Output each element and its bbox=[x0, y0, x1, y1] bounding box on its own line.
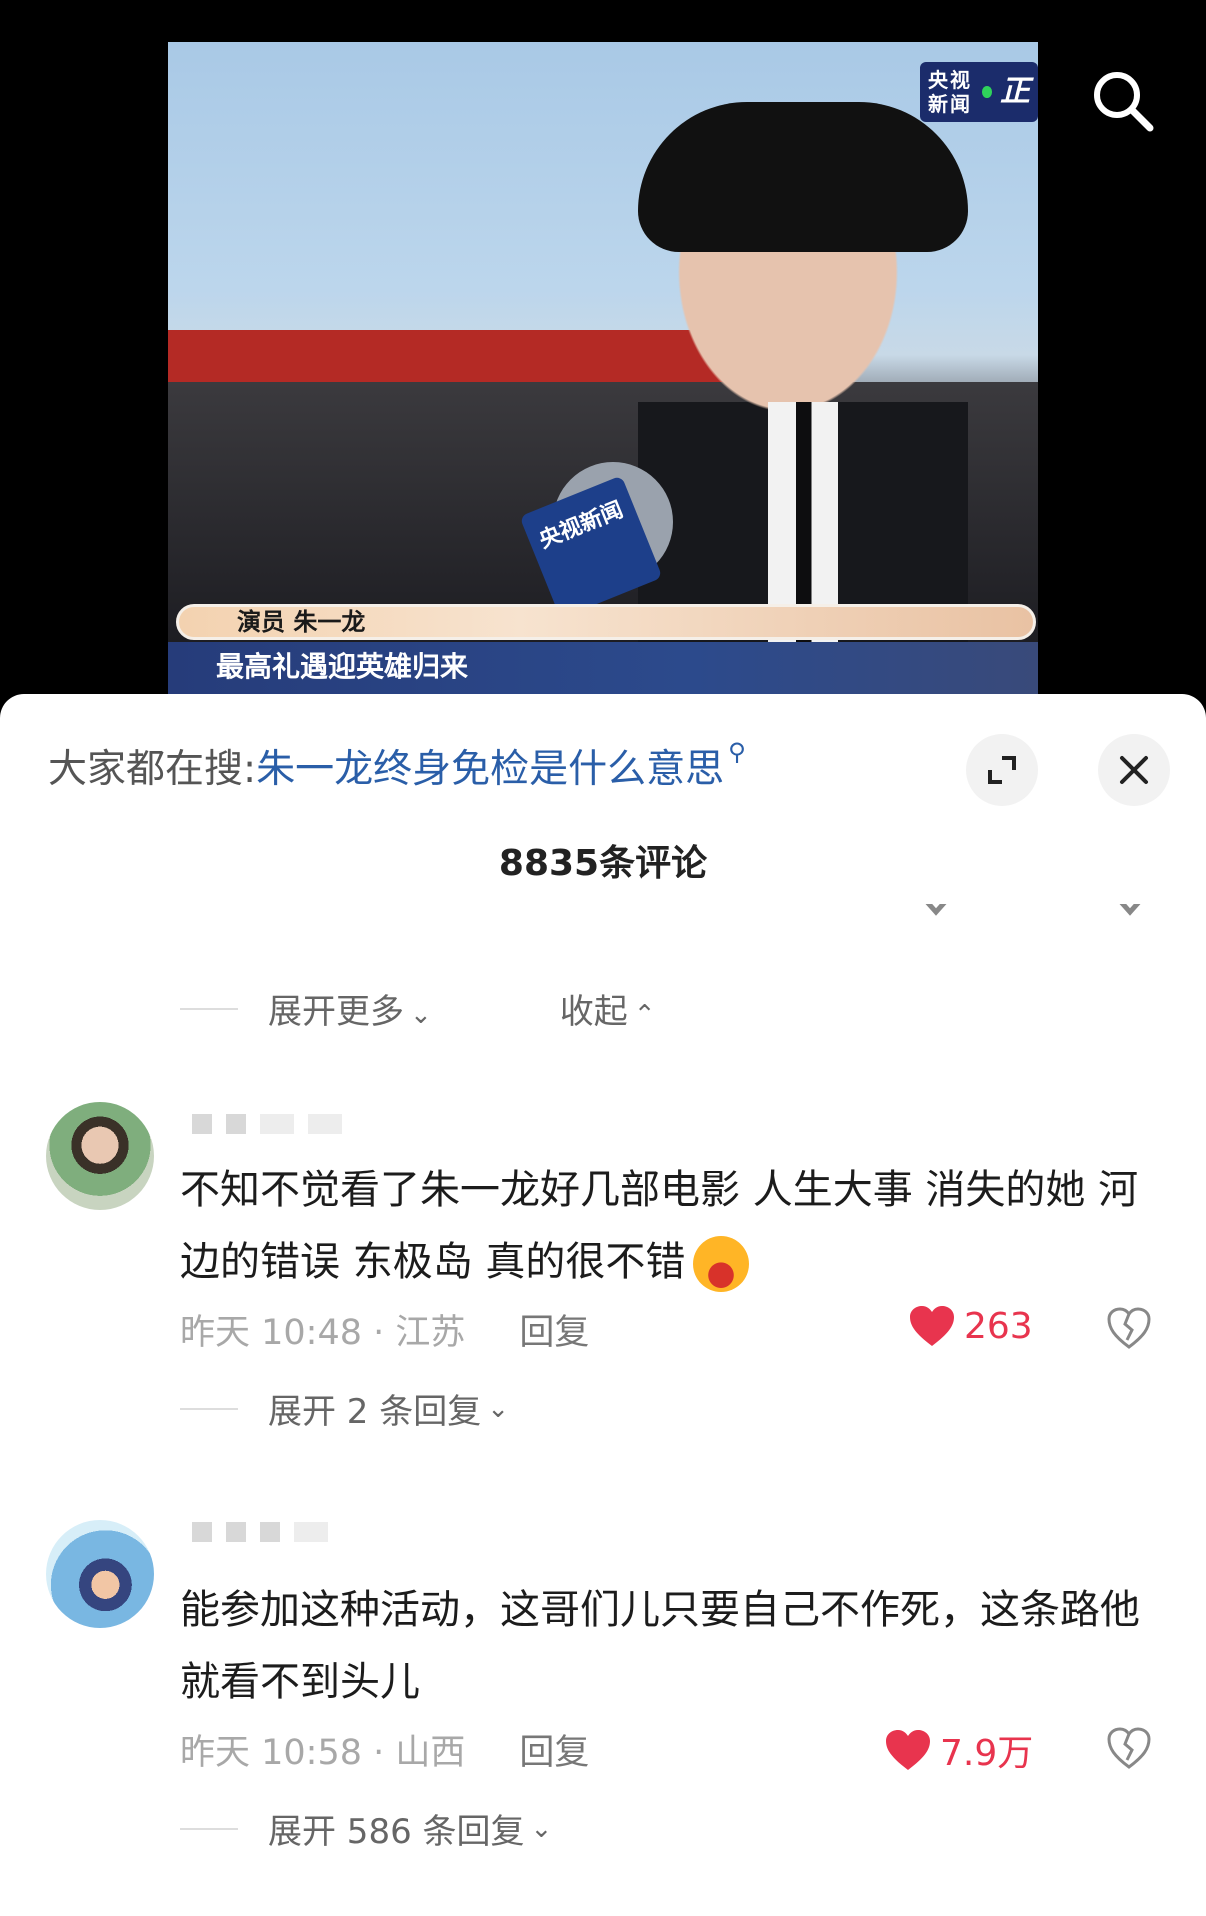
heart-icon bbox=[910, 1306, 954, 1346]
like-button[interactable]: 263 bbox=[908, 1304, 1033, 1348]
chevron-down-icon: ⌄ bbox=[530, 1813, 553, 1844]
suggested-search-prefix: 大家都在搜: bbox=[48, 747, 257, 792]
expand-replies-label: 展开 2 条回复 bbox=[268, 1392, 482, 1432]
close-icon bbox=[1120, 756, 1148, 784]
expand-button[interactable] bbox=[966, 734, 1038, 806]
caption-name: 演员 朱一龙 bbox=[176, 604, 1036, 640]
search-small-icon: ⚲ bbox=[728, 738, 746, 766]
caption-headline: 最高礼遇迎英雄归来 bbox=[168, 642, 1038, 694]
interviewee-hair bbox=[638, 102, 968, 252]
suggested-search-query[interactable]: 朱一龙终身免检是什么意思 bbox=[256, 738, 724, 794]
close-button[interactable] bbox=[1098, 734, 1170, 806]
username-redacted[interactable] bbox=[192, 1114, 342, 1134]
avatar[interactable] bbox=[46, 1102, 154, 1210]
comment-time-location: 昨天 10:48 · 江苏 bbox=[180, 1313, 466, 1353]
comment-body: 能参加这种活动，这哥们儿只要自己不作死，这条路他就看不到头儿 bbox=[180, 1587, 1140, 1705]
app-screen: 央视新闻 央视新闻 正 演员 朱一龙 最高礼遇迎英雄归来 大家都在搜: 朱一龙终… bbox=[0, 0, 1206, 1916]
expand-icon bbox=[988, 756, 1016, 784]
comment-time-location: 昨天 10:58 · 山西 bbox=[180, 1733, 466, 1773]
expand-more-button[interactable]: 展开更多 ⌄ bbox=[268, 984, 432, 1033]
divider-line bbox=[180, 1827, 238, 1830]
comment-meta: 昨天 10:58 · 山西 回复 bbox=[180, 1724, 589, 1775]
video-player[interactable]: 央视新闻 央视新闻 正 演员 朱一龙 最高礼遇迎英雄归来 bbox=[168, 42, 1038, 694]
chevron-down-icon: ⌄ bbox=[487, 1393, 510, 1424]
broken-heart-icon bbox=[1119, 904, 1141, 916]
comment-meta: 昨天 10:48 · 江苏 回复 bbox=[180, 1304, 589, 1355]
like-count: 263 bbox=[964, 1305, 1033, 1347]
chevron-up-icon: ⌃ bbox=[633, 1000, 656, 1030]
live-mark-icon: 正 bbox=[1000, 74, 1030, 109]
channel-logo-text: 央视新闻 bbox=[928, 68, 972, 116]
suggested-search[interactable]: 大家都在搜: 朱一龙终身免检是什么意思 ⚲ bbox=[48, 736, 746, 796]
reply-button[interactable]: 回复 bbox=[519, 1304, 589, 1355]
expand-replies-row[interactable]: 展开 2 条回复 ⌄ bbox=[180, 1384, 509, 1433]
comment-sheet: 大家都在搜: 朱一龙终身免检是什么意思 ⚲ 8835条评论 展开更多 ⌄ 收起 … bbox=[0, 694, 1206, 1916]
divider-line bbox=[180, 1407, 238, 1410]
like-count: 7.9万 bbox=[940, 1733, 1034, 1774]
comment-body: 不知不觉看了朱一龙好几部电影 人生大事 消失的她 河边的错误 东极岛 真的很不错 bbox=[180, 1167, 1139, 1285]
divider-line bbox=[180, 1007, 238, 1010]
scrolled-off-row bbox=[0, 904, 1206, 928]
search-icon[interactable] bbox=[1088, 66, 1158, 136]
like-button[interactable]: 7.9万 bbox=[884, 1724, 1033, 1776]
expand-replies-row[interactable]: 展开 586 条回复 ⌄ bbox=[180, 1804, 552, 1853]
channel-logo: 央视新闻 正 bbox=[920, 62, 1038, 122]
comment-text: 不知不觉看了朱一龙好几部电影 人生大事 消失的她 河边的错误 东极岛 真的很不错 bbox=[180, 1154, 1160, 1298]
expand-replies-label: 展开 586 条回复 bbox=[268, 1812, 525, 1852]
collapse-button[interactable]: 收起 ⌃ bbox=[560, 984, 656, 1033]
username-redacted[interactable] bbox=[192, 1522, 328, 1542]
avatar[interactable] bbox=[46, 1520, 154, 1628]
collapse-label: 收起 bbox=[559, 992, 628, 1032]
chevron-down-icon: ⌄ bbox=[410, 1000, 432, 1030]
live-dot-icon bbox=[981, 86, 992, 98]
laughing-emoji-icon bbox=[693, 1236, 750, 1292]
comment-text: 能参加这种活动，这哥们儿只要自己不作死，这条路他就看不到头儿 bbox=[180, 1574, 1160, 1718]
heart-icon bbox=[886, 1730, 930, 1770]
broken-heart-icon[interactable] bbox=[1106, 1306, 1152, 1350]
reply-button[interactable]: 回复 bbox=[519, 1724, 589, 1775]
thread-controls: 展开更多 ⌄ 收起 ⌃ bbox=[180, 984, 656, 1033]
broken-heart-icon[interactable] bbox=[1106, 1726, 1152, 1770]
heart-icon bbox=[925, 904, 947, 916]
expand-more-label: 展开更多 bbox=[268, 992, 404, 1032]
comment-count: 8835条评论 bbox=[498, 843, 708, 884]
